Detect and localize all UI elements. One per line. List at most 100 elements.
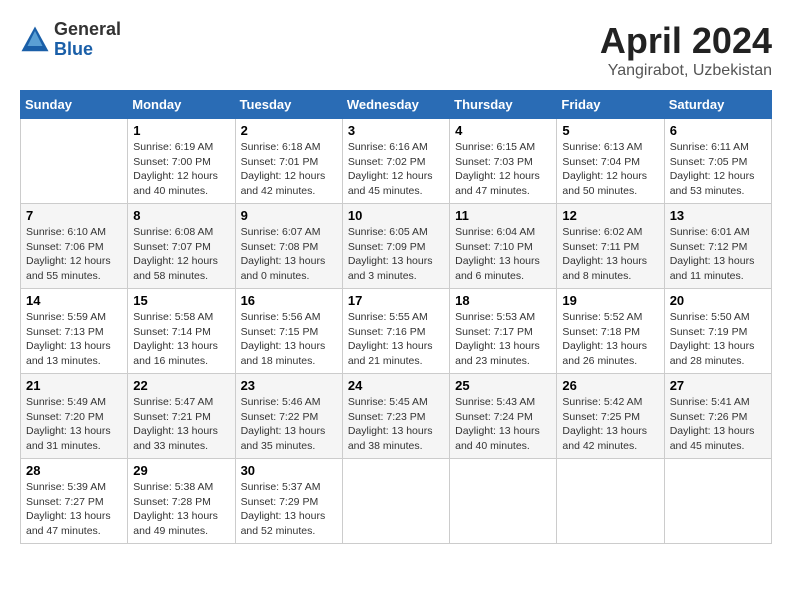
calendar-cell [557,459,664,544]
day-number: 30 [241,463,337,478]
cell-info: Sunrise: 5:37 AMSunset: 7:29 PMDaylight:… [241,480,337,539]
day-number: 11 [455,208,551,223]
cell-info: Sunrise: 6:19 AMSunset: 7:00 PMDaylight:… [133,140,229,199]
calendar-cell: 7 Sunrise: 6:10 AMSunset: 7:06 PMDaylight… [21,204,128,289]
logo-general: General [54,20,121,40]
col-wednesday: Wednesday [342,91,449,119]
calendar-cell: 2Sunrise: 6:18 AMSunset: 7:01 PMDaylight… [235,119,342,204]
day-number: 20 [670,293,766,308]
cell-info: Sunrise: 6:05 AMSunset: 7:09 PMDaylight:… [348,225,444,284]
calendar-cell: 26 Sunrise: 5:42 AMSunset: 7:25 PMDayligh… [557,374,664,459]
calendar-week-row: 28Sunrise: 5:39 AMSunset: 7:27 PMDayligh… [21,459,772,544]
cell-info: Sunrise: 6:15 AMSunset: 7:03 PMDaylight:… [455,140,551,199]
day-number: 28 [26,463,122,478]
month-title: April 2024 [600,20,772,62]
calendar-cell: 15Sunrise: 5:58 AMSunset: 7:14 PMDayligh… [128,289,235,374]
calendar-cell: 11 Sunrise: 6:04 AMSunset: 7:10 PMDayligh… [450,204,557,289]
day-number: 25 [455,378,551,393]
cell-info: Sunrise: 5:46 AMSunset: 7:22 PMDaylight:… [241,395,337,454]
calendar-cell: 20Sunrise: 5:50 AMSunset: 7:19 PMDayligh… [664,289,771,374]
cell-info: Sunrise: 5:56 AMSunset: 7:15 PMDaylight:… [241,310,337,369]
cell-info: Sunrise: 6:01 AMSunset: 7:12 PMDaylight:… [670,225,766,284]
day-number: 13 [670,208,766,223]
col-saturday: Saturday [664,91,771,119]
calendar-cell: 21 Sunrise: 5:49 AMSunset: 7:20 PMDayligh… [21,374,128,459]
cell-info: Sunrise: 6:16 AMSunset: 7:02 PMDaylight:… [348,140,444,199]
cell-info: Sunrise: 5:45 AMSunset: 7:23 PMDaylight:… [348,395,444,454]
day-number: 16 [241,293,337,308]
calendar-cell [21,119,128,204]
logo-text: General Blue [54,20,121,60]
location: Yangirabot, Uzbekistan [600,62,772,80]
calendar-cell: 14 Sunrise: 5:59 AMSunset: 7:13 PMDayligh… [21,289,128,374]
calendar-cell: 8Sunrise: 6:08 AMSunset: 7:07 PMDaylight… [128,204,235,289]
day-number: 14 [26,293,122,308]
day-number: 18 [455,293,551,308]
cell-info: Sunrise: 5:59 AMSunset: 7:13 PMDaylight:… [26,310,122,369]
calendar-cell: 19 Sunrise: 5:52 AMSunset: 7:18 PMDayligh… [557,289,664,374]
calendar-cell [664,459,771,544]
day-number: 23 [241,378,337,393]
cell-info: Sunrise: 5:55 AMSunset: 7:16 PMDaylight:… [348,310,444,369]
calendar-body: 1 Sunrise: 6:19 AMSunset: 7:00 PMDaylight… [21,119,772,544]
calendar-cell: 27 Sunrise: 5:41 AMSunset: 7:26 PMDayligh… [664,374,771,459]
col-friday: Friday [557,91,664,119]
cell-info: Sunrise: 5:43 AMSunset: 7:24 PMDaylight:… [455,395,551,454]
calendar-week-row: 1 Sunrise: 6:19 AMSunset: 7:00 PMDaylight… [21,119,772,204]
calendar-cell: 22 Sunrise: 5:47 AMSunset: 7:21 PMDayligh… [128,374,235,459]
cell-info: Sunrise: 5:58 AMSunset: 7:14 PMDaylight:… [133,310,229,369]
cell-info: Sunrise: 6:10 AMSunset: 7:06 PMDaylight:… [26,225,122,284]
calendar-week-row: 14 Sunrise: 5:59 AMSunset: 7:13 PMDayligh… [21,289,772,374]
calendar-cell: 18 Sunrise: 5:53 AMSunset: 7:17 PMDayligh… [450,289,557,374]
day-number: 12 [562,208,658,223]
calendar-cell: 4Sunrise: 6:15 AMSunset: 7:03 PMDaylight… [450,119,557,204]
cell-info: Sunrise: 5:53 AMSunset: 7:17 PMDaylight:… [455,310,551,369]
day-number: 6 [670,123,766,138]
calendar-cell [450,459,557,544]
day-number: 24 [348,378,444,393]
cell-info: Sunrise: 6:02 AMSunset: 7:11 PMDaylight:… [562,225,658,284]
calendar-cell: 30 Sunrise: 5:37 AMSunset: 7:29 PMDayligh… [235,459,342,544]
cell-info: Sunrise: 5:38 AMSunset: 7:28 PMDaylight:… [133,480,229,539]
calendar-cell [342,459,449,544]
cell-info: Sunrise: 5:41 AMSunset: 7:26 PMDaylight:… [670,395,766,454]
day-number: 27 [670,378,766,393]
day-number: 10 [348,208,444,223]
calendar-cell: 16 Sunrise: 5:56 AMSunset: 7:15 PMDayligh… [235,289,342,374]
day-number: 22 [133,378,229,393]
cell-info: Sunrise: 6:13 AMSunset: 7:04 PMDaylight:… [562,140,658,199]
col-sunday: Sunday [21,91,128,119]
day-number: 1 [133,123,229,138]
cell-info: Sunrise: 5:49 AMSunset: 7:20 PMDaylight:… [26,395,122,454]
cell-info: Sunrise: 5:47 AMSunset: 7:21 PMDaylight:… [133,395,229,454]
calendar-cell: 9 Sunrise: 6:07 AMSunset: 7:08 PMDaylight… [235,204,342,289]
calendar-cell: 29 Sunrise: 5:38 AMSunset: 7:28 PMDayligh… [128,459,235,544]
day-number: 19 [562,293,658,308]
logo-icon [20,25,50,55]
calendar-table: Sunday Monday Tuesday Wednesday Thursday… [20,90,772,544]
calendar-cell: 5Sunrise: 6:13 AMSunset: 7:04 PMDaylight… [557,119,664,204]
calendar-cell: 25 Sunrise: 5:43 AMSunset: 7:24 PMDayligh… [450,374,557,459]
day-number: 29 [133,463,229,478]
day-number: 26 [562,378,658,393]
calendar-cell: 6 Sunrise: 6:11 AMSunset: 7:05 PMDaylight… [664,119,771,204]
cell-info: Sunrise: 6:08 AMSunset: 7:07 PMDaylight:… [133,225,229,284]
day-number: 21 [26,378,122,393]
day-number: 7 [26,208,122,223]
col-tuesday: Tuesday [235,91,342,119]
calendar-cell: 3Sunrise: 6:16 AMSunset: 7:02 PMDaylight… [342,119,449,204]
calendar-week-row: 7 Sunrise: 6:10 AMSunset: 7:06 PMDaylight… [21,204,772,289]
page-header: General Blue April 2024 Yangirabot, Uzbe… [20,20,772,80]
cell-info: Sunrise: 5:42 AMSunset: 7:25 PMDaylight:… [562,395,658,454]
title-block: April 2024 Yangirabot, Uzbekistan [600,20,772,80]
calendar-cell: 17Sunrise: 5:55 AMSunset: 7:16 PMDayligh… [342,289,449,374]
cell-info: Sunrise: 6:11 AMSunset: 7:05 PMDaylight:… [670,140,766,199]
calendar-cell: 10 Sunrise: 6:05 AMSunset: 7:09 PMDayligh… [342,204,449,289]
calendar-week-row: 21 Sunrise: 5:49 AMSunset: 7:20 PMDayligh… [21,374,772,459]
day-number: 9 [241,208,337,223]
col-monday: Monday [128,91,235,119]
calendar-header: Sunday Monday Tuesday Wednesday Thursday… [21,91,772,119]
cell-info: Sunrise: 5:52 AMSunset: 7:18 PMDaylight:… [562,310,658,369]
cell-info: Sunrise: 6:04 AMSunset: 7:10 PMDaylight:… [455,225,551,284]
cell-info: Sunrise: 6:07 AMSunset: 7:08 PMDaylight:… [241,225,337,284]
